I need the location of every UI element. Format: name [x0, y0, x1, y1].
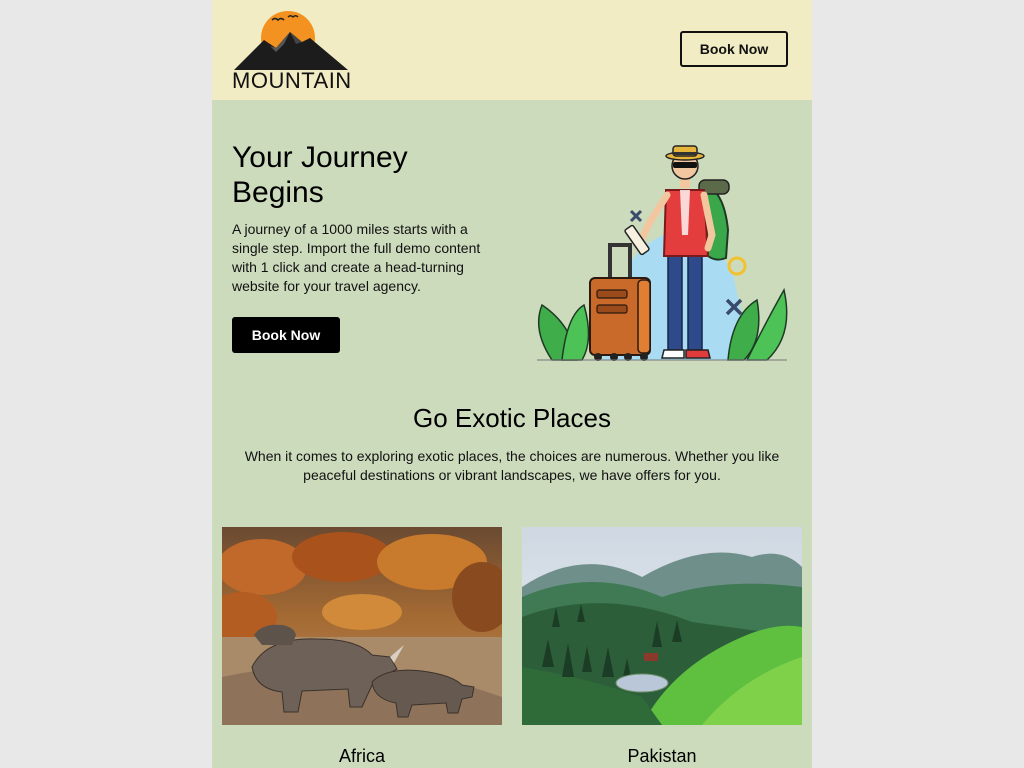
section-description: When it comes to exploring exotic places…	[244, 448, 780, 483]
header: MOUNTAIN Book Now	[212, 0, 812, 100]
traveler-with-luggage-icon	[537, 145, 788, 361]
hero-description: A journey of a 1000 miles starts with a …	[232, 221, 481, 294]
brand-logo[interactable]: MOUNTAIN	[232, 8, 352, 94]
africa-rhino-image[interactable]	[222, 527, 502, 725]
traveler-illustration	[532, 140, 797, 365]
hero-title: Your Journey Begins	[232, 141, 408, 209]
logo-text: MOUNTAIN	[232, 68, 352, 93]
section-title: Go Exotic Places	[413, 403, 611, 433]
mountain-logo-icon	[234, 11, 348, 70]
destination-card-africa[interactable]: Africa	[222, 527, 502, 767]
email-page: MOUNTAIN Book Now Your Journey Begins A …	[212, 0, 812, 768]
destination-name: Africa	[338, 746, 385, 766]
header-book-now-button[interactable]: Book Now	[680, 31, 788, 67]
destination-card-pakistan[interactable]: Pakistan	[522, 527, 802, 767]
pakistan-valley-image[interactable]	[522, 527, 802, 725]
destination-name: Pakistan	[627, 746, 697, 766]
hero-book-now-button[interactable]: Book Now	[232, 317, 340, 353]
